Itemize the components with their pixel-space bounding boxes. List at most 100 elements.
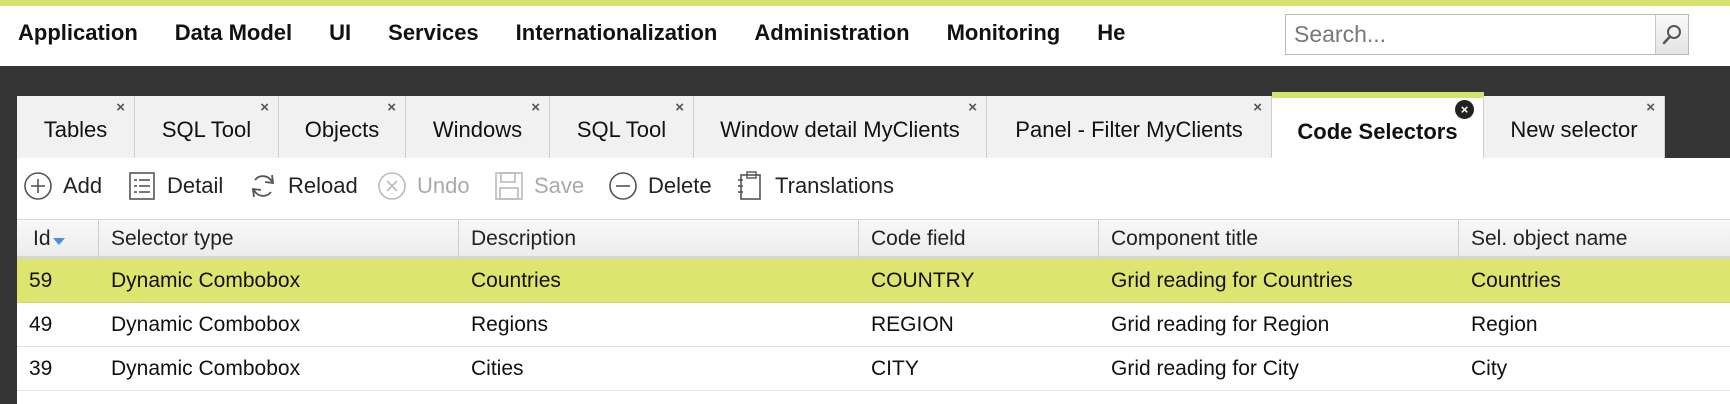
tab-panel-filter-myclients[interactable]: Panel - Filter MyClients ×: [987, 96, 1272, 158]
close-icon[interactable]: ×: [116, 100, 125, 115]
search-box: [1285, 14, 1689, 55]
undo-button[interactable]: Undo: [377, 168, 470, 204]
column-header-label: Id: [33, 227, 51, 250]
menu-item-ui[interactable]: UI: [329, 6, 351, 60]
cell-code-field: CITY: [871, 357, 919, 380]
list-detail-icon: [127, 171, 157, 201]
tab-window-detail-myclients[interactable]: Window detail MyClients ×: [694, 96, 987, 158]
column-header-label: Selector type: [111, 227, 234, 250]
menu-item-internationalization[interactable]: Internationalization: [516, 6, 718, 60]
reload-button[interactable]: Reload: [248, 168, 358, 204]
tab-label: Code Selectors: [1297, 119, 1458, 144]
save-label: Save: [534, 173, 585, 198]
cell-selector-type: Dynamic Combobox: [111, 269, 301, 292]
tab-strip: Tables × SQL Tool × Objects × Windows × …: [17, 92, 1665, 158]
tab-label: Objects: [304, 117, 380, 142]
translations-label: Translations: [775, 173, 895, 198]
cell-component-title: Grid reading for Countries: [1111, 269, 1353, 292]
close-icon[interactable]: ×: [260, 100, 269, 115]
search-input[interactable]: [1286, 15, 1658, 54]
plus-circle-icon: [23, 171, 53, 201]
cell-sel-object-name: Countries: [1471, 269, 1561, 292]
tab-label: Tables: [43, 117, 108, 142]
tab-sql-tool[interactable]: SQL Tool ×: [135, 96, 279, 158]
tab-sql-tool-2[interactable]: SQL Tool ×: [550, 96, 694, 158]
detail-label: Detail: [167, 173, 224, 198]
cell-code-field: REGION: [871, 313, 954, 336]
tab-label: Windows: [432, 117, 523, 142]
menu-item-monitoring[interactable]: Monitoring: [947, 6, 1061, 60]
menu-item-services[interactable]: Services: [388, 6, 479, 60]
menu-item-data-model[interactable]: Data Model: [175, 6, 292, 60]
undo-label: Undo: [417, 173, 470, 198]
tab-code-selectors[interactable]: Code Selectors ×: [1272, 92, 1484, 158]
close-icon[interactable]: ×: [1646, 100, 1655, 115]
tab-objects[interactable]: Objects ×: [279, 96, 406, 158]
column-header-component-title[interactable]: Component title: [1099, 220, 1459, 257]
close-icon[interactable]: ×: [1455, 100, 1474, 119]
cell-code-field: COUNTRY: [871, 269, 975, 292]
undo-x-circle-icon: [377, 171, 407, 201]
column-header-label: Component title: [1111, 227, 1259, 250]
save-button[interactable]: Save: [494, 168, 584, 204]
cell-description: Regions: [471, 313, 549, 336]
column-header-sel-object-name[interactable]: Sel. object name: [1459, 220, 1730, 257]
table-row[interactable]: 39 Dynamic Combobox Cities CITY Grid rea…: [17, 347, 1730, 391]
column-header-selector-type[interactable]: Selector type: [99, 220, 459, 257]
tab-label: SQL Tool: [576, 117, 667, 142]
column-header-code-field[interactable]: Code field: [859, 220, 1099, 257]
delete-label: Delete: [648, 173, 712, 198]
search-button[interactable]: [1655, 15, 1688, 54]
translations-button[interactable]: Translations: [735, 168, 894, 204]
detail-button[interactable]: Detail: [127, 168, 223, 204]
column-header-label: Sel. object name: [1471, 227, 1628, 250]
tab-new-selector[interactable]: New selector ×: [1484, 96, 1665, 158]
main-menu-bar: Application Data Model UI Services Internati…: [0, 6, 1730, 66]
column-header-description[interactable]: Description: [459, 220, 859, 257]
menu-item-help[interactable]: He: [1097, 6, 1125, 60]
table-row[interactable]: 59 Dynamic Combobox Countries COUNTRY Gr…: [17, 259, 1730, 303]
tab-tables[interactable]: Tables ×: [17, 96, 135, 158]
cell-description: Countries: [471, 269, 561, 292]
cell-sel-object-name: Region: [1471, 313, 1538, 336]
search-icon: [1662, 25, 1681, 45]
cell-id: 39: [29, 357, 53, 380]
cell-id: 59: [29, 269, 53, 292]
cell-description: Cities: [471, 357, 524, 380]
tab-windows[interactable]: Windows ×: [406, 96, 550, 158]
cell-selector-type: Dynamic Combobox: [111, 313, 301, 336]
tab-label: Window detail MyClients: [720, 117, 960, 142]
tab-label: SQL Tool: [161, 117, 252, 142]
menu-item-application[interactable]: Application: [18, 6, 138, 60]
column-header-label: Code field: [871, 227, 966, 250]
menu-item-administration[interactable]: Administration: [754, 6, 909, 60]
table-row[interactable]: 49 Dynamic Combobox Regions REGION Grid …: [17, 303, 1730, 347]
code-selectors-panel: Add Detail Reload Undo Save Delete Trans…: [17, 158, 1730, 404]
close-icon[interactable]: ×: [968, 100, 977, 115]
delete-button[interactable]: Delete: [608, 168, 712, 204]
main-menu: Application Data Model UI Services Internati…: [18, 6, 1146, 66]
cell-selector-type: Dynamic Combobox: [111, 357, 301, 380]
grid-header: Id Selector type Description Code field …: [17, 219, 1730, 259]
add-label: Add: [63, 173, 103, 198]
column-header-label: Description: [471, 227, 577, 250]
sort-descending-icon: [52, 221, 66, 258]
tab-label: New selector: [1510, 117, 1638, 142]
reload-icon: [248, 171, 278, 201]
tab-label: Panel - Filter MyClients: [1015, 117, 1243, 142]
cell-component-title: Grid reading for Region: [1111, 313, 1330, 336]
reload-label: Reload: [288, 173, 358, 198]
cell-sel-object-name: City: [1471, 357, 1508, 380]
cell-id: 49: [29, 313, 53, 336]
close-icon[interactable]: ×: [675, 100, 684, 115]
close-icon[interactable]: ×: [531, 100, 540, 115]
column-header-id[interactable]: Id: [17, 220, 99, 257]
add-button[interactable]: Add: [23, 168, 102, 204]
grid-toolbar: Add Detail Reload Undo Save Delete Trans…: [17, 158, 1730, 218]
close-icon[interactable]: ×: [1253, 100, 1262, 115]
save-disk-icon: [494, 171, 524, 201]
minus-circle-icon: [608, 171, 638, 201]
close-icon[interactable]: ×: [387, 100, 396, 115]
cell-component-title: Grid reading for City: [1111, 357, 1299, 380]
translations-book-icon: [735, 171, 765, 201]
